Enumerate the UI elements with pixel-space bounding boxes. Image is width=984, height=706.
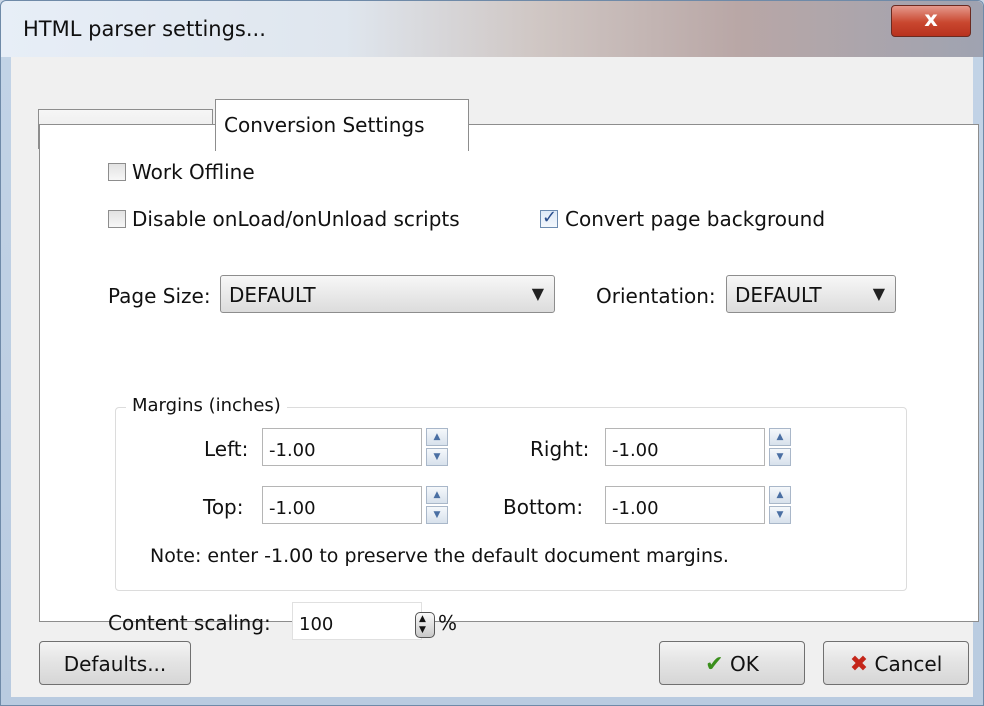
spin-down-icon[interactable]: ▼ bbox=[426, 506, 448, 524]
spin-up-icon[interactable]: ▲ bbox=[426, 428, 448, 446]
margin-right-label: Right: bbox=[530, 437, 590, 461]
dialog-window: HTML parser settings... x Header/Footer … bbox=[0, 0, 984, 706]
orientation-select[interactable]: DEFAULT ▼ bbox=[726, 275, 896, 313]
spin-down-icon[interactable]: ▼ bbox=[419, 625, 426, 635]
content-scaling-label: Content scaling: bbox=[108, 611, 271, 635]
page-size-value: DEFAULT bbox=[229, 283, 316, 307]
disable-scripts-label: Disable onLoad/onUnload scripts bbox=[132, 207, 460, 231]
dialog-client-area: Header/Footer Conversion Settings Work O… bbox=[11, 57, 979, 697]
check-icon: ✔ bbox=[705, 652, 724, 677]
spin-up-icon[interactable]: ▲ bbox=[769, 486, 791, 504]
chevron-down-icon: ▼ bbox=[872, 284, 885, 303]
work-offline-label: Work Offline bbox=[132, 160, 255, 184]
margin-top-label: Top: bbox=[203, 495, 244, 519]
chevron-down-icon: ▼ bbox=[531, 284, 544, 303]
margin-bottom-label: Bottom: bbox=[503, 495, 584, 519]
margin-top-input[interactable]: -1.00 bbox=[262, 486, 422, 524]
close-button[interactable]: x bbox=[891, 5, 971, 37]
spin-up-icon[interactable]: ▲ bbox=[769, 428, 791, 446]
margin-bottom-spinner[interactable]: ▲ ▼ bbox=[769, 486, 793, 524]
window-title: HTML parser settings... bbox=[23, 17, 266, 41]
spin-down-icon[interactable]: ▼ bbox=[769, 448, 791, 466]
work-offline-checkbox[interactable] bbox=[108, 163, 126, 181]
ok-button[interactable]: ✔ OK bbox=[659, 641, 805, 685]
convert-background-checkbox[interactable] bbox=[540, 207, 558, 228]
margin-left-spinner[interactable]: ▲ ▼ bbox=[426, 428, 450, 466]
convert-background-label: Convert page background bbox=[565, 207, 826, 231]
page-size-select[interactable]: DEFAULT ▼ bbox=[220, 275, 555, 313]
content-scaling-unit: % bbox=[438, 611, 458, 635]
orientation-value: DEFAULT bbox=[735, 283, 822, 307]
tab-conversion-settings[interactable]: Conversion Settings bbox=[215, 99, 469, 151]
close-icon: x bbox=[924, 7, 938, 31]
margin-top-spinner[interactable]: ▲ ▼ bbox=[426, 486, 450, 524]
spin-down-icon[interactable]: ▼ bbox=[426, 448, 448, 466]
margin-left-label: Left: bbox=[204, 437, 249, 461]
disable-scripts-checkbox[interactable] bbox=[108, 210, 126, 228]
cross-icon: ✖ bbox=[849, 652, 869, 677]
margin-right-input[interactable]: -1.00 bbox=[605, 428, 765, 466]
title-bar[interactable]: HTML parser settings... x bbox=[1, 1, 983, 57]
ok-label: OK bbox=[729, 652, 759, 676]
margin-left-input[interactable]: -1.00 bbox=[262, 428, 422, 466]
margins-group-label: Margins (inches) bbox=[126, 395, 287, 416]
margin-bottom-input[interactable]: -1.00 bbox=[605, 486, 765, 524]
spin-down-icon[interactable]: ▼ bbox=[769, 506, 791, 524]
conversion-settings-panel: Work Offline Disable onLoad/onUnload scr… bbox=[39, 124, 979, 640]
cancel-button[interactable]: ✖ Cancel bbox=[823, 641, 969, 685]
margin-right-spinner[interactable]: ▲ ▼ bbox=[769, 428, 793, 466]
defaults-button[interactable]: Defaults... bbox=[39, 641, 191, 685]
margins-note: Note: enter -1.00 to preserve the defaul… bbox=[150, 545, 729, 567]
spin-up-icon[interactable]: ▲ bbox=[419, 614, 426, 624]
cancel-label: Cancel bbox=[874, 652, 943, 676]
spin-up-icon[interactable]: ▲ bbox=[426, 486, 448, 504]
content-scaling-spinner[interactable]: ▲ ▼ bbox=[415, 612, 435, 638]
page-size-label: Page Size: bbox=[108, 284, 211, 308]
orientation-label: Orientation: bbox=[596, 284, 716, 308]
content-scaling-input[interactable]: 100 bbox=[292, 602, 422, 640]
